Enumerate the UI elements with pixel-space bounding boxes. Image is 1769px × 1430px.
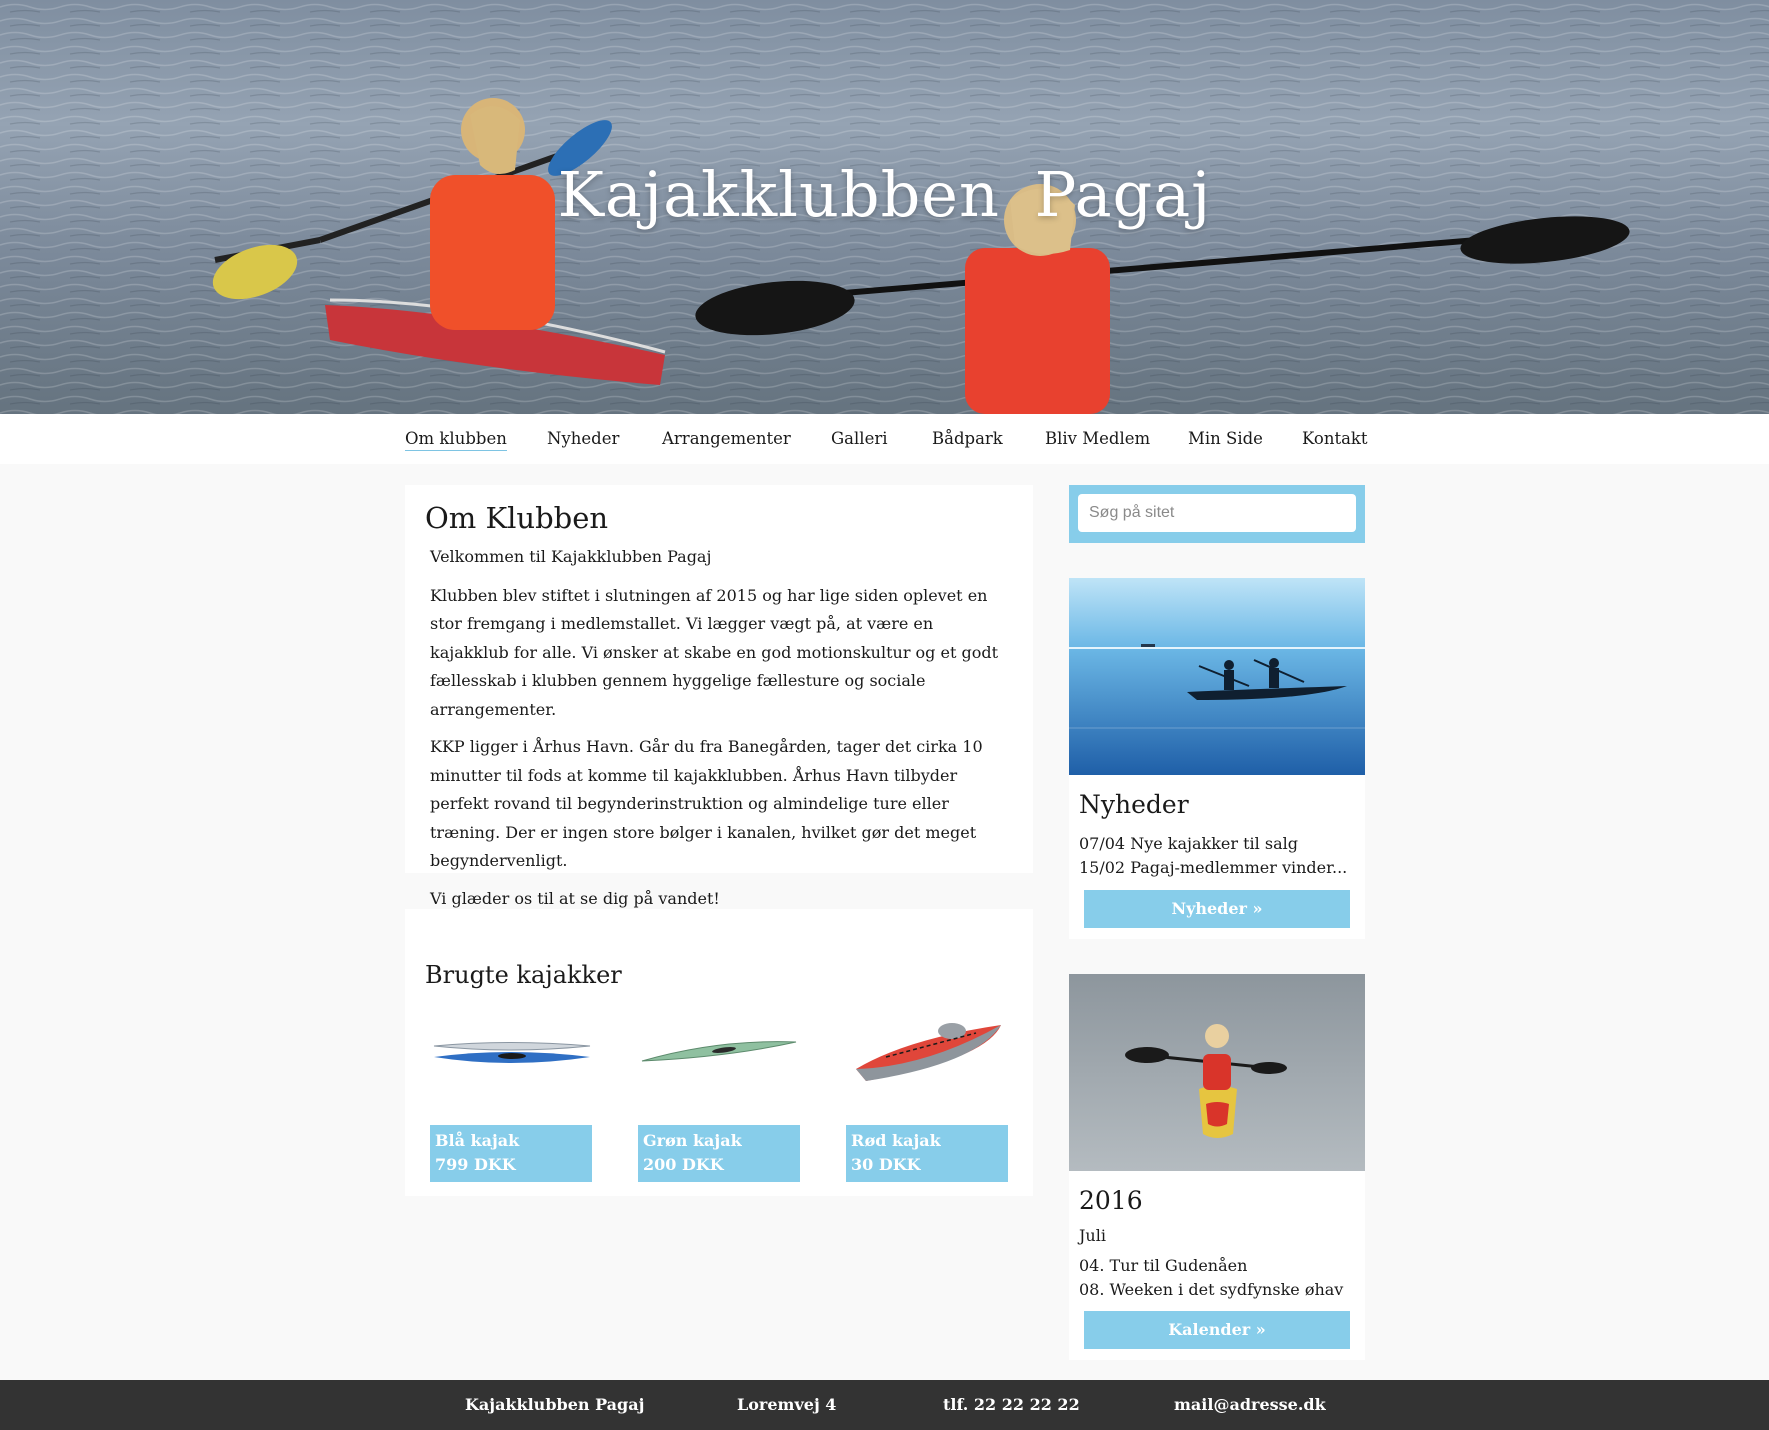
- calendar-card: 2016 Juli 04. Tur til Gudenåen 08. Weeke…: [1069, 974, 1365, 1360]
- nav-item-galleri[interactable]: Galleri: [831, 429, 888, 448]
- kayak-label-blue[interactable]: Blå kajak 799 DKK: [430, 1125, 592, 1182]
- kayak-name: Rød kajak: [851, 1131, 941, 1150]
- news-card: Nyheder 07/04 Nye kajakker til salg 15/0…: [1069, 578, 1365, 939]
- footer-club-name: Kajakklubben Pagaj: [465, 1395, 645, 1414]
- calendar-item[interactable]: 04. Tur til Gudenåen: [1079, 1256, 1247, 1275]
- search-input[interactable]: [1078, 494, 1356, 532]
- news-title: Nyheder: [1079, 790, 1189, 819]
- nav-item-nyheder[interactable]: Nyheder: [547, 429, 619, 448]
- kayak-price: 30 DKK: [851, 1155, 921, 1174]
- footer-phone: tlf. 22 22 22 22: [943, 1395, 1080, 1414]
- news-item[interactable]: 07/04 Nye kajakker til salg: [1079, 834, 1298, 853]
- green-kayak-image: [641, 1041, 797, 1062]
- kayak-name: Grøn kajak: [643, 1131, 742, 1150]
- kayak-name: Blå kajak: [435, 1131, 520, 1150]
- used-kayaks-card: Brugte kajakker Blå kajak 799 DKK Grøn k…: [405, 909, 1033, 1196]
- red-kayak-image: [856, 1023, 1001, 1081]
- nav-item-bliv-medlem[interactable]: Bliv Medlem: [1045, 429, 1150, 448]
- footer-address: Loremvej 4: [737, 1395, 837, 1414]
- blue-kayak-image: [433, 1042, 591, 1063]
- calendar-button[interactable]: Kalender »: [1084, 1311, 1350, 1349]
- about-welcome: Velkommen til Kajakklubben Pagaj: [430, 547, 712, 566]
- news-item[interactable]: 15/02 Pagaj-medlemmer vinder...: [1079, 858, 1347, 877]
- nav-item-kontakt[interactable]: Kontakt: [1302, 429, 1368, 448]
- site-title: Kajakklubben Pagaj: [557, 158, 1212, 231]
- nav-item-om-klubben[interactable]: Om klubben: [405, 429, 507, 451]
- kayak-label-green[interactable]: Grøn kajak 200 DKK: [638, 1125, 800, 1182]
- nav-item-arrangementer[interactable]: Arrangementer: [662, 429, 791, 448]
- nav-item-min-side[interactable]: Min Side: [1188, 429, 1263, 448]
- kayak-price: 799 DKK: [435, 1155, 516, 1174]
- calendar-image: [1069, 974, 1365, 1171]
- nav-item-badpark[interactable]: Bådpark: [932, 429, 1003, 448]
- about-card: Om Klubben Velkommen til Kajakklubben Pa…: [405, 485, 1033, 908]
- kayak-label-red[interactable]: Rød kajak 30 DKK: [846, 1125, 1008, 1182]
- about-title: Om Klubben: [425, 501, 609, 535]
- calendar-item[interactable]: 08. Weeken i det sydfynske øhav: [1079, 1280, 1343, 1299]
- news-image: [1069, 578, 1365, 775]
- kayak-price: 200 DKK: [643, 1155, 724, 1174]
- about-paragraph: Klubben blev stiftet i slutningen af 201…: [430, 585, 999, 719]
- search-box: [1069, 485, 1365, 543]
- news-button[interactable]: Nyheder »: [1084, 890, 1350, 928]
- footer: Kajakklubben Pagaj Loremvej 4 tlf. 22 22…: [0, 1380, 1769, 1430]
- calendar-year: 2016: [1079, 1186, 1143, 1215]
- hero-banner: Kajakklubben Pagaj: [0, 0, 1769, 414]
- main-nav: Om klubben Nyheder Arrangementer Galleri…: [0, 414, 1769, 464]
- footer-email[interactable]: mail@adresse.dk: [1174, 1395, 1326, 1414]
- calendar-month: Juli: [1079, 1226, 1106, 1245]
- used-kayaks-title: Brugte kajakker: [425, 961, 622, 989]
- about-paragraph: KKP ligger i Århus Havn. Går du fra Bane…: [430, 737, 983, 870]
